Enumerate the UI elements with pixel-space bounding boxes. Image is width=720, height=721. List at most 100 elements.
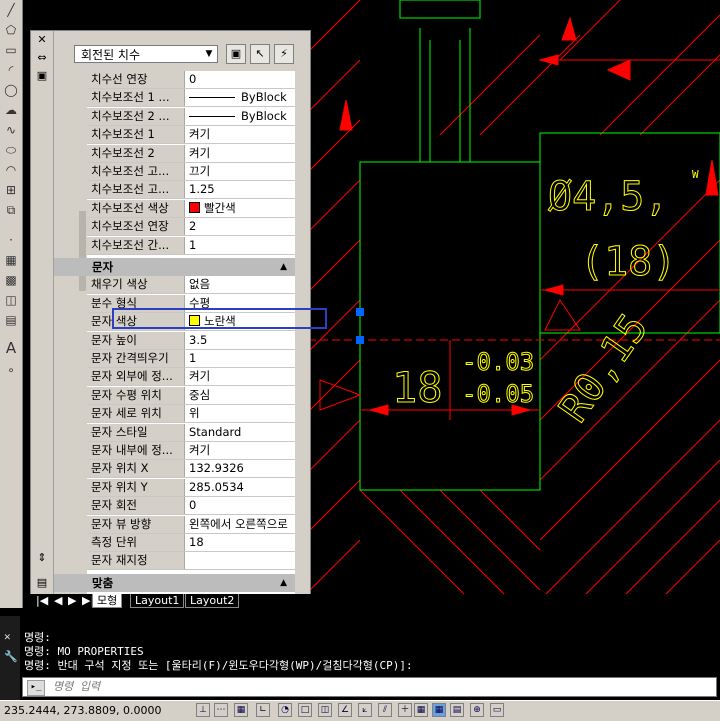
palette-settings-icon[interactable]: ▤: [35, 576, 49, 590]
property-value[interactable]: 3.5: [186, 331, 295, 349]
command-input[interactable]: ▸_ 명령 입력: [22, 677, 717, 697]
property-row[interactable]: 문자 재지정: [87, 552, 295, 571]
property-row[interactable]: 치수선 연장 0: [87, 71, 295, 89]
point-tool-icon[interactable]: ·: [3, 232, 19, 248]
property-row[interactable]: 문자 간격띄우기 1: [87, 350, 295, 368]
insert-block-tool-icon[interactable]: ⊞: [3, 182, 19, 198]
property-value[interactable]: 왼쪽에서 오른쪽으로: [186, 515, 295, 533]
mtext-tool-icon[interactable]: A: [3, 340, 19, 356]
palette-collapse-icon[interactable]: ⇕: [35, 551, 49, 565]
property-value[interactable]: 위: [186, 405, 295, 423]
property-value[interactable]: ByBlock: [186, 107, 295, 125]
object-snap-tracking-icon[interactable]: ∠: [338, 703, 352, 717]
property-row[interactable]: 치수보조선 고... 끄기: [87, 163, 295, 181]
revcloud-tool-icon[interactable]: ☁: [3, 102, 19, 118]
arc-tool-icon[interactable]: ◜: [3, 62, 19, 78]
property-value[interactable]: Standard: [186, 423, 295, 441]
gradient-tool-icon[interactable]: ▩: [3, 272, 19, 288]
property-row[interactable]: 문자 세로 위치 위: [87, 405, 295, 424]
property-row[interactable]: 치수보조선 2 켜기: [87, 144, 295, 163]
palette-scrollbar[interactable]: [78, 71, 87, 595]
select-objects-button[interactable]: ↖: [250, 44, 270, 64]
rectangle-tool-icon[interactable]: ▭: [3, 42, 19, 58]
ellipse-tool-icon[interactable]: ⬭: [3, 142, 19, 158]
dynamic-input-icon[interactable]: ⫽: [378, 703, 392, 717]
property-value[interactable]: 0: [186, 71, 295, 88]
toggle-pickadd-button[interactable]: ▣: [226, 44, 246, 64]
hatch-tool-icon[interactable]: ▦: [3, 252, 19, 268]
3d-object-snap-icon[interactable]: ◫: [318, 703, 332, 717]
object-snap-icon[interactable]: □: [298, 703, 312, 717]
lineweight-icon[interactable]: ＋: [398, 703, 412, 717]
property-value[interactable]: 켜기: [186, 368, 295, 386]
property-row[interactable]: 문자 수평 위치 중심: [87, 386, 295, 405]
property-value[interactable]: 없음: [186, 276, 295, 294]
property-row[interactable]: 치수보조선 1 ... ByBlock: [87, 89, 295, 108]
property-row[interactable]: 측정 단위 18: [87, 534, 295, 552]
property-value[interactable]: 1.25: [186, 181, 295, 199]
property-value[interactable]: ByBlock: [186, 89, 295, 107]
property-row[interactable]: 문자 위치 X 132.9326: [87, 460, 295, 479]
property-value[interactable]: 빨간색: [186, 199, 295, 217]
property-row[interactable]: 문자 위치 Y 285.0534: [87, 478, 295, 497]
quick-select-button[interactable]: ⚡: [274, 44, 294, 64]
ellipse-arc-tool-icon[interactable]: ◠: [3, 162, 19, 178]
property-row[interactable]: 채우기 색상 없음: [87, 276, 295, 295]
infer-constraints-icon[interactable]: ⊥: [196, 703, 210, 717]
property-value[interactable]: 0: [186, 497, 295, 515]
property-value[interactable]: 켜기: [186, 144, 295, 162]
property-row[interactable]: 치수보조선 색상 빨간색: [87, 199, 295, 218]
auto-hide-icon[interactable]: ⇔: [35, 51, 49, 65]
property-value[interactable]: 켜기: [186, 126, 295, 144]
tab-model[interactable]: 모형: [92, 594, 123, 608]
circle-tool-icon[interactable]: ◯: [3, 82, 19, 98]
annotation-monitor-icon[interactable]: ⊕: [470, 703, 484, 717]
ortho-mode-icon[interactable]: ∟: [256, 703, 270, 717]
spline-tool-icon[interactable]: ∿: [3, 122, 19, 138]
property-value[interactable]: [186, 552, 295, 570]
property-row[interactable]: 문자 높이 3.5: [87, 331, 295, 350]
command-prompt-icon[interactable]: ▸_: [27, 680, 45, 696]
add-selected-tool-icon[interactable]: ∘: [3, 362, 19, 378]
scrollbar-thumb[interactable]: [79, 211, 86, 291]
property-value[interactable]: 285.0534: [186, 478, 295, 496]
property-row[interactable]: 치수보조선 연장 2: [87, 218, 295, 237]
workspace-icon[interactable]: ▭: [490, 703, 504, 717]
allow-ucs-icon[interactable]: ⟀: [358, 703, 372, 717]
wrench-icon[interactable]: 🔧: [4, 650, 18, 663]
palette-title-bar[interactable]: ✕ ⇔ ▣ ⇕ ▤: [31, 31, 54, 596]
property-row[interactable]: 치수보조선 간... 1: [87, 236, 295, 255]
property-row[interactable]: 문자 뷰 방향 왼쪽에서 오른쪽으로: [87, 515, 295, 534]
property-value[interactable]: 132.9326: [186, 460, 295, 478]
snap-mode-icon[interactable]: ⋯: [214, 703, 228, 717]
tab-layout2[interactable]: Layout2: [185, 594, 240, 608]
command-window-handle[interactable]: ✕ 🔧: [0, 616, 20, 700]
property-row[interactable]: 치수보조선 고... 1.25: [87, 181, 295, 200]
line-tool-icon[interactable]: ╱: [3, 2, 19, 18]
property-row[interactable]: 문자 회전 0: [87, 497, 295, 516]
property-row[interactable]: 문자 외부에 정... 켜기: [87, 368, 295, 387]
property-section-header[interactable]: 맞춤 ▲: [54, 573, 295, 592]
quick-properties-icon[interactable]: ▦: [432, 703, 446, 717]
close-icon[interactable]: ✕: [35, 33, 49, 47]
property-value[interactable]: 1: [186, 236, 295, 254]
object-type-dropdown[interactable]: 회전된 치수 ▼: [74, 45, 218, 63]
property-value[interactable]: 1: [186, 350, 295, 367]
property-row[interactable]: 치수보조선 1 켜기: [87, 126, 295, 145]
palette-menu-icon[interactable]: ▣: [35, 69, 49, 83]
region-tool-icon[interactable]: ◫: [3, 292, 19, 308]
property-value[interactable]: 중심: [186, 386, 295, 404]
polar-tracking-icon[interactable]: ◔: [278, 703, 292, 717]
property-section-header[interactable]: 문자 ▲: [54, 258, 295, 276]
transparency-icon[interactable]: ▦: [414, 703, 428, 717]
property-value[interactable]: 18: [186, 534, 295, 551]
selection-cycling-icon[interactable]: ▤: [450, 703, 464, 717]
tab-layout1[interactable]: Layout1: [130, 594, 185, 608]
close-icon[interactable]: ✕: [4, 630, 11, 643]
polygon-tool-icon[interactable]: ⬠: [3, 22, 19, 38]
property-value[interactable]: 켜기: [186, 442, 295, 459]
property-value[interactable]: 2: [186, 218, 295, 236]
grid-display-icon[interactable]: ▦: [234, 703, 248, 717]
property-row[interactable]: 문자 스타일 Standard: [87, 423, 295, 442]
table-tool-icon[interactable]: ▤: [3, 312, 19, 328]
